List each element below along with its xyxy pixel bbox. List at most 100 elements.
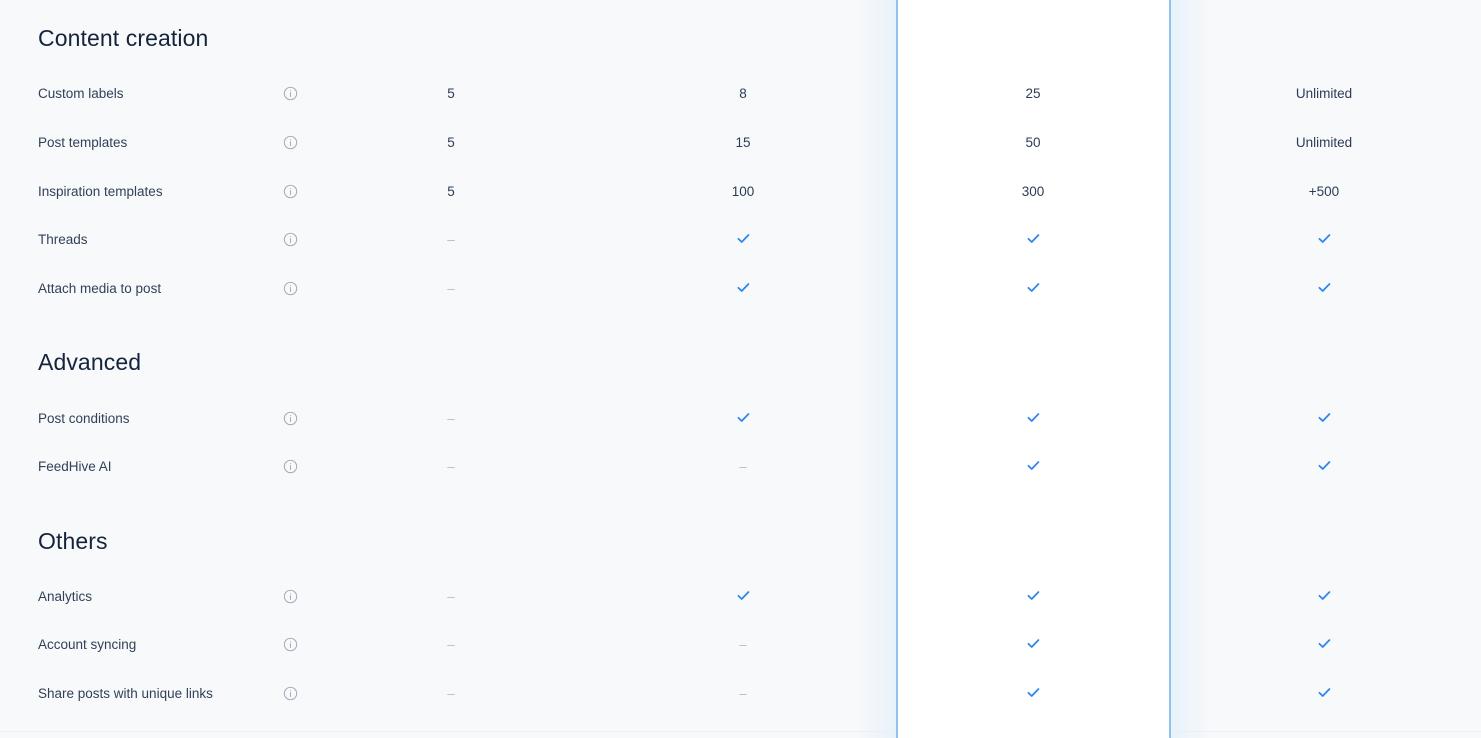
plan-value-cell-col4: Unlimited	[1254, 134, 1394, 152]
plan-value-cell-col4	[1254, 685, 1394, 703]
table-row: Account syncing – –	[0, 635, 1481, 655]
check-icon	[1026, 231, 1041, 246]
value-dash: –	[447, 686, 455, 701]
info-circle-icon[interactable]	[283, 135, 298, 150]
feature-label: Post templates	[38, 135, 128, 150]
info-icon-slot[interactable]	[283, 86, 299, 102]
check-icon	[736, 588, 751, 603]
info-icon-slot[interactable]	[283, 232, 299, 248]
feature-label: Threads	[38, 232, 88, 247]
feature-label-cell: Post templates	[0, 134, 127, 152]
plan-value-cell-col1: –	[381, 636, 521, 654]
check-icon	[1317, 458, 1332, 473]
check-icon	[1317, 588, 1332, 603]
feature-label-cell: Attach media to post	[0, 280, 161, 298]
table-row: FeedHive AI – –	[0, 457, 1481, 477]
table-row: Attach media to post –	[0, 279, 1481, 299]
feature-label-cell: Threads	[0, 231, 88, 249]
info-circle-icon[interactable]	[283, 459, 298, 474]
info-icon-slot[interactable]	[283, 411, 299, 427]
value-text: 15	[735, 135, 751, 150]
value-text: 25	[1025, 86, 1041, 101]
table-row: Inspiration templates 5 100 300 +500	[0, 182, 1481, 202]
plan-value-cell-col2	[673, 588, 813, 606]
info-circle-icon[interactable]	[283, 281, 298, 296]
plan-value-cell-col2: 8	[673, 85, 813, 103]
plan-value-cell-col1: –	[381, 410, 521, 428]
info-icon-slot[interactable]	[283, 686, 299, 702]
value-text: Unlimited	[1295, 86, 1353, 101]
plan-value-cell-col3	[963, 231, 1103, 249]
value-text: 50	[1025, 135, 1041, 150]
info-icon-slot[interactable]	[283, 589, 299, 605]
info-icon-slot[interactable]	[283, 637, 299, 653]
plan-value-cell-col2: 100	[673, 183, 813, 201]
info-circle-icon[interactable]	[283, 589, 298, 604]
value-text: 8	[739, 86, 747, 101]
plan-value-cell-col4	[1254, 588, 1394, 606]
check-icon	[1317, 685, 1332, 700]
value-dash: –	[739, 459, 747, 474]
plan-value-cell-col3	[963, 685, 1103, 703]
plan-value-cell-col4: +500	[1254, 183, 1394, 201]
info-circle-icon[interactable]	[283, 232, 298, 247]
feature-label: Custom labels	[38, 86, 124, 101]
highlighted-plan-column	[896, 0, 1171, 738]
feature-label: Attach media to post	[38, 281, 162, 296]
check-icon	[1317, 280, 1332, 295]
check-icon	[1026, 410, 1041, 425]
feature-label: Inspiration templates	[38, 184, 163, 199]
plan-value-cell-col2: –	[673, 636, 813, 654]
check-icon	[1026, 636, 1041, 651]
page-bottom-divider	[0, 731, 1481, 732]
plan-value-cell-col2: 15	[673, 134, 813, 152]
feature-label-cell: FeedHive AI	[0, 458, 112, 476]
info-circle-icon[interactable]	[283, 637, 298, 652]
check-icon	[1026, 280, 1041, 295]
table-row: Threads –	[0, 230, 1481, 250]
plan-value-cell-col4	[1254, 458, 1394, 476]
highlight-column-shadow-right	[1171, 0, 1211, 738]
plan-value-cell-col2	[673, 410, 813, 428]
plan-value-cell-col2: –	[673, 458, 813, 476]
plan-value-cell-col2	[673, 231, 813, 249]
feature-label-cell: Account syncing	[0, 636, 136, 654]
info-circle-icon[interactable]	[283, 86, 298, 101]
value-dash: –	[447, 459, 455, 474]
info-icon-slot[interactable]	[283, 184, 299, 200]
plan-value-cell-col3	[963, 588, 1103, 606]
plan-value-cell-col3: 300	[963, 183, 1103, 201]
highlight-column-shadow-left	[856, 0, 896, 738]
check-icon	[1317, 231, 1332, 246]
value-text: 5	[447, 86, 455, 101]
plan-value-cell-col4	[1254, 636, 1394, 654]
value-text: 5	[447, 184, 455, 199]
value-text: Unlimited	[1295, 135, 1353, 150]
plan-value-cell-col1: 5	[381, 134, 521, 152]
info-circle-icon[interactable]	[283, 184, 298, 199]
value-dash: –	[447, 637, 455, 652]
plan-value-cell-col4	[1254, 410, 1394, 428]
check-icon	[1317, 410, 1332, 425]
plan-value-cell-col1: 5	[381, 85, 521, 103]
value-text: 5	[447, 135, 455, 150]
table-row: Post conditions –	[0, 409, 1481, 429]
section-title: Others	[38, 528, 108, 554]
check-icon	[736, 231, 751, 246]
check-icon	[1317, 636, 1332, 651]
plan-value-cell-col3	[963, 636, 1103, 654]
info-icon-slot[interactable]	[283, 281, 299, 297]
value-text: +500	[1308, 184, 1340, 199]
plan-value-cell-col4	[1254, 280, 1394, 298]
plan-value-cell-col1: –	[381, 231, 521, 249]
plan-value-cell-col3	[963, 458, 1103, 476]
feature-label: FeedHive AI	[38, 459, 112, 474]
info-circle-icon[interactable]	[283, 411, 298, 426]
value-dash: –	[739, 686, 747, 701]
value-text: 300	[1021, 184, 1045, 199]
info-icon-slot[interactable]	[283, 459, 299, 475]
feature-label: Share posts with unique links	[38, 686, 213, 701]
info-icon-slot[interactable]	[283, 135, 299, 151]
value-text: 100	[731, 184, 755, 199]
info-circle-icon[interactable]	[283, 686, 298, 701]
